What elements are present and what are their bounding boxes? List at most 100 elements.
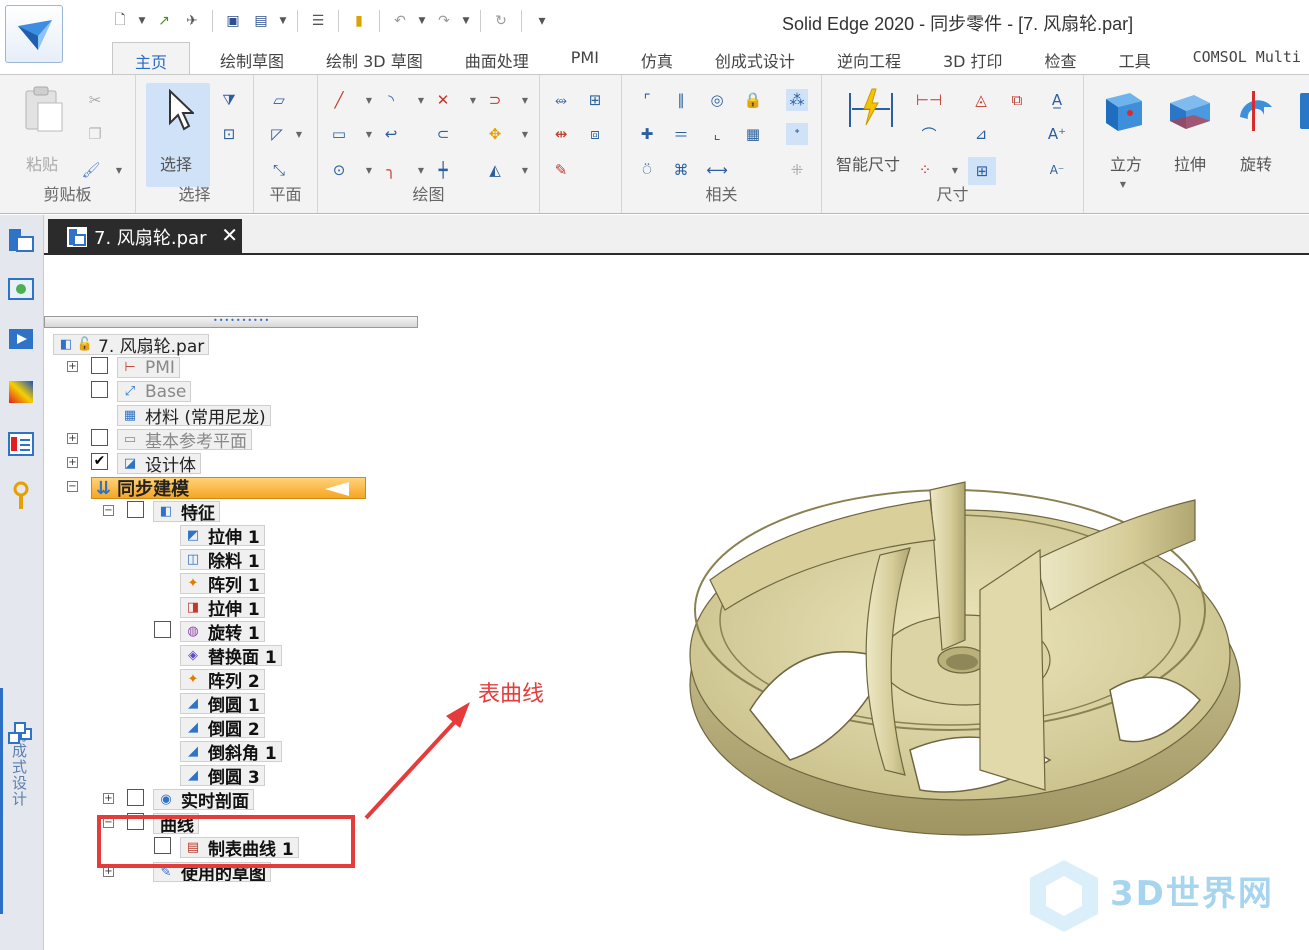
symmetric-diameter-icon[interactable]: ◬ [970, 89, 992, 111]
parallel-icon[interactable]: ∥ [670, 89, 692, 111]
expand-live-section[interactable]: + [103, 793, 114, 804]
save-icon[interactable]: ▣ [221, 9, 245, 33]
revolve-1-checkbox[interactable] [154, 621, 171, 638]
base-checkbox[interactable] [91, 381, 108, 398]
extend-icon[interactable]: ┿ [432, 159, 454, 181]
collapse-sync-modeling[interactable]: − [67, 481, 78, 492]
tree-item-replace-face-1[interactable]: ◈ 替换面 1 [180, 645, 282, 668]
tree-item-pattern-2[interactable]: ✦ 阵列 2 [180, 669, 265, 692]
collinear-icon[interactable]: ⟷ [706, 159, 728, 181]
equal-icon[interactable]: ＝ [670, 123, 692, 145]
text-style-icon[interactable]: A̲ [1046, 89, 1068, 111]
tree-item-features[interactable]: ◧ 特征 [153, 501, 220, 524]
revolve-label[interactable]: 旋转 [1240, 151, 1272, 175]
angle-between-icon[interactable]: ⌒ [918, 123, 940, 145]
smart-dimension-icon[interactable] [846, 87, 896, 135]
expand-design-body[interactable]: + [67, 457, 78, 468]
more-solids-icon[interactable] [1300, 93, 1309, 129]
assembly-tab-icon[interactable] [6, 719, 36, 749]
project-icon[interactable]: ⊂ [432, 123, 454, 145]
more-planes-dropdown[interactable]: ▼ [294, 123, 304, 145]
connect-icon[interactable]: ✚ [636, 123, 658, 145]
arc-dropdown[interactable]: ▼ [416, 89, 426, 111]
undo-dropdown[interactable]: ▼ [416, 9, 428, 33]
tangent-icon[interactable]: ⍥ [636, 159, 658, 181]
properties-icon[interactable]: ☰ [306, 9, 330, 33]
concentric-icon[interactable]: ◎ [706, 89, 728, 111]
tab-reverse-engineering[interactable]: 逆向工程 [825, 42, 913, 74]
symmetric-icon[interactable]: ⇹ [550, 123, 572, 145]
customize-icon[interactable]: ▾ [530, 9, 554, 33]
pmi-checkbox[interactable] [91, 357, 108, 374]
chamfer-dimension-icon[interactable]: ⧉ [1006, 89, 1028, 111]
base-planes-checkbox[interactable] [91, 429, 108, 446]
save-as-icon[interactable]: ▤ [249, 9, 273, 33]
mirror-dropdown[interactable]: ▼ [520, 159, 530, 181]
trim-icon[interactable]: ✕ [432, 89, 454, 111]
pathfinder-tab-icon[interactable] [6, 225, 36, 255]
perpendicular-icon[interactable]: ⌜ [636, 89, 658, 111]
tree-item-round-1[interactable]: ◢ 倒圆 1 [180, 693, 265, 716]
rigid-set-icon[interactable]: ▦ [742, 123, 764, 145]
tree-item-extrude-1[interactable]: ◩ 拉伸 1 [180, 525, 265, 548]
angular-coordinate-icon[interactable]: ⊿ [970, 123, 992, 145]
tab-simulation[interactable]: 仿真 [629, 42, 685, 74]
redo-icon[interactable]: ↷ [432, 9, 456, 33]
expand-pmi[interactable]: + [67, 361, 78, 372]
line-icon[interactable]: ╱ [328, 89, 350, 111]
tree-item-chamfer-1[interactable]: ◢ 倒斜角 1 [180, 741, 282, 764]
select-arrow-icon[interactable] [166, 88, 196, 135]
select-tools-icon[interactable]: ⊡ [218, 123, 240, 145]
tree-item-extrude-1b[interactable]: ◨ 拉伸 1 [180, 597, 265, 620]
distance-between-icon[interactable]: ⊢⊣ [916, 89, 942, 111]
results-tab-icon[interactable] [6, 429, 36, 459]
layers-tab-icon[interactable] [6, 275, 36, 305]
coordinate-system-icon[interactable]: ⤡ [268, 159, 290, 181]
app-logo[interactable] [5, 5, 63, 63]
more-planes-icon[interactable]: ◸ [266, 123, 288, 145]
line-dropdown[interactable]: ▼ [364, 89, 374, 111]
trim-dropdown[interactable]: ▼ [468, 89, 478, 111]
save-dropdown[interactable]: ▼ [277, 9, 289, 33]
design-body-checkbox[interactable]: ✔ [91, 453, 108, 470]
tab-generative-design[interactable]: 创成式设计 [703, 42, 807, 74]
curve-icon[interactable]: ↩ [380, 123, 402, 145]
text-grow-icon[interactable]: A⁺ [1046, 123, 1068, 145]
tangent-arc-icon[interactable]: ◝ [380, 89, 402, 111]
relationship-assistant-icon[interactable]: ⁂ [786, 89, 808, 111]
coincident-plane-icon[interactable]: ▱ [268, 89, 290, 111]
select-label[interactable]: 选择 [160, 151, 192, 175]
symmetric-relate-icon[interactable]: ⌘ [670, 159, 692, 181]
mirror-icon[interactable]: ◭ [484, 159, 506, 181]
format-painter-icon[interactable]: 🖌 [80, 159, 102, 181]
open-icon[interactable]: ↗ [152, 9, 176, 33]
tree-item-pmi[interactable]: ⊢ PMI [117, 357, 180, 378]
repeat-icon[interactable]: ↻ [489, 9, 513, 33]
circle-dropdown[interactable]: ▼ [364, 159, 374, 181]
show-relations-icon[interactable]: ⁜ [786, 159, 808, 181]
collapse-features[interactable]: − [103, 505, 114, 516]
cube-label[interactable]: 立方 [1110, 151, 1142, 175]
format-painter-dropdown[interactable]: ▼ [114, 159, 124, 181]
tab-home[interactable]: 主页 [112, 42, 191, 74]
revolve-icon[interactable] [1232, 87, 1280, 139]
tree-item-base-planes[interactable]: ▭ 基本参考平面 [117, 429, 252, 452]
tree-item-pattern-1[interactable]: ✦ 阵列 1 [180, 573, 265, 596]
document-tab[interactable]: 7. 风扇轮.par ✕ [48, 219, 242, 255]
extrude-icon[interactable] [1166, 89, 1214, 137]
close-icon[interactable]: ✕ [221, 223, 238, 247]
tree-item-sync-modeling[interactable]: ⇊ 同步建模 [91, 477, 366, 500]
extrude-label[interactable]: 拉伸 [1174, 151, 1206, 175]
fillet-icon[interactable]: ╮ [380, 159, 402, 181]
paste-icon[interactable] [22, 85, 66, 135]
tab-3d-sketch[interactable]: 绘制 3D 草图 [314, 42, 435, 74]
tree-item-round-2[interactable]: ◢ 倒圆 2 [180, 717, 265, 740]
live-section-checkbox[interactable] [127, 789, 144, 806]
tab-3d-print[interactable]: 3D 打印 [931, 42, 1015, 74]
fillet-dropdown[interactable]: ▼ [416, 159, 426, 181]
new-icon[interactable]: 🗋 [108, 9, 132, 33]
relationship-handles-icon[interactable]: ᐩ [786, 123, 808, 145]
tree-item-cutout-1[interactable]: ◫ 除料 1 [180, 549, 265, 572]
move-dropdown[interactable]: ▼ [520, 123, 530, 145]
tab-tools[interactable]: 工具 [1107, 42, 1163, 74]
